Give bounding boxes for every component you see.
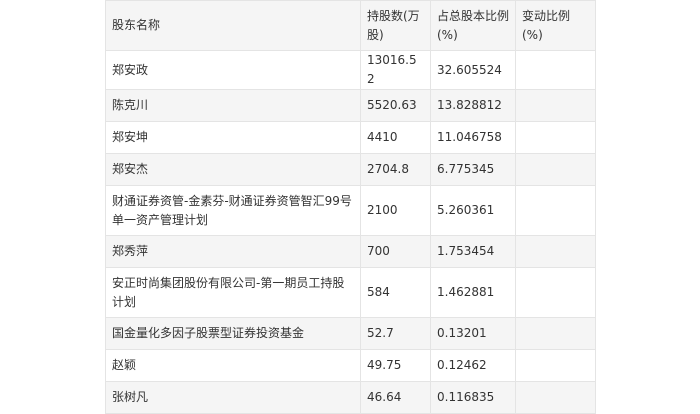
ratio-value: 6.775345 (430, 153, 516, 186)
shares-value: 4410 (360, 121, 431, 154)
table-row: 张树凡 46.64 0.116835 (105, 381, 596, 414)
table-row: 财通证券资管-金素芬-财通证券资管智汇99号单一资产管理计划 2100 5.26… (105, 185, 596, 236)
change-value (515, 349, 596, 382)
change-value (515, 235, 596, 268)
ratio-value: 32.605524 (430, 50, 516, 90)
change-value (515, 185, 596, 236)
change-value (515, 153, 596, 186)
shareholder-name: 陈克川 (105, 89, 361, 122)
shares-value: 49.75 (360, 349, 431, 382)
shares-value: 5520.63 (360, 89, 431, 122)
shareholder-name: 郑安政 (105, 50, 361, 90)
ratio-value: 13.828812 (430, 89, 516, 122)
table-row: 郑秀萍 700 1.753454 (105, 235, 596, 268)
table-row: 郑安杰 2704.8 6.775345 (105, 153, 596, 186)
header-change-ratio: 变动比例(%) (515, 0, 596, 51)
ratio-value: 0.13201 (430, 317, 516, 350)
header-shares: 持股数(万股) (360, 0, 431, 51)
ratio-value: 0.116835 (430, 381, 516, 414)
shareholder-name: 郑安坤 (105, 121, 361, 154)
shares-value: 46.64 (360, 381, 431, 414)
shares-value: 13016.52 (360, 50, 431, 90)
header-shareholder-name: 股东名称 (105, 0, 361, 51)
table-row: 陈克川 5520.63 13.828812 (105, 89, 596, 122)
table-row: 国金量化多因子股票型证券投资基金 52.7 0.13201 (105, 317, 596, 350)
table-row: 郑安政 13016.52 32.605524 (105, 50, 596, 90)
change-value (515, 381, 596, 414)
shareholder-name: 安正时尚集团股份有限公司-第一期员工持股计划 (105, 267, 361, 318)
shares-value: 584 (360, 267, 431, 318)
ratio-value: 0.12462 (430, 349, 516, 382)
table-header-row: 股东名称 持股数(万股) 占总股本比例(%) 变动比例(%) (105, 0, 596, 51)
change-value (515, 50, 596, 90)
shares-value: 700 (360, 235, 431, 268)
shareholder-name: 张树凡 (105, 381, 361, 414)
table-row: 安正时尚集团股份有限公司-第一期员工持股计划 584 1.462881 (105, 267, 596, 318)
change-value (515, 317, 596, 350)
change-value (515, 267, 596, 318)
ratio-value: 1.753454 (430, 235, 516, 268)
shareholder-name: 郑秀萍 (105, 235, 361, 268)
shareholder-name: 郑安杰 (105, 153, 361, 186)
shareholder-name: 财通证券资管-金素芬-财通证券资管智汇99号单一资产管理计划 (105, 185, 361, 236)
shares-value: 2704.8 (360, 153, 431, 186)
shareholder-name: 赵颖 (105, 349, 361, 382)
shares-value: 52.7 (360, 317, 431, 350)
shareholder-table: 股东名称 持股数(万股) 占总股本比例(%) 变动比例(%) 郑安政 13016… (105, 0, 596, 414)
table-row: 郑安坤 4410 11.046758 (105, 121, 596, 154)
ratio-value: 5.260361 (430, 185, 516, 236)
shares-value: 2100 (360, 185, 431, 236)
header-ratio: 占总股本比例(%) (430, 0, 516, 51)
change-value (515, 121, 596, 154)
ratio-value: 1.462881 (430, 267, 516, 318)
change-value (515, 89, 596, 122)
ratio-value: 11.046758 (430, 121, 516, 154)
table-row: 赵颖 49.75 0.12462 (105, 349, 596, 382)
shareholder-name: 国金量化多因子股票型证券投资基金 (105, 317, 361, 350)
